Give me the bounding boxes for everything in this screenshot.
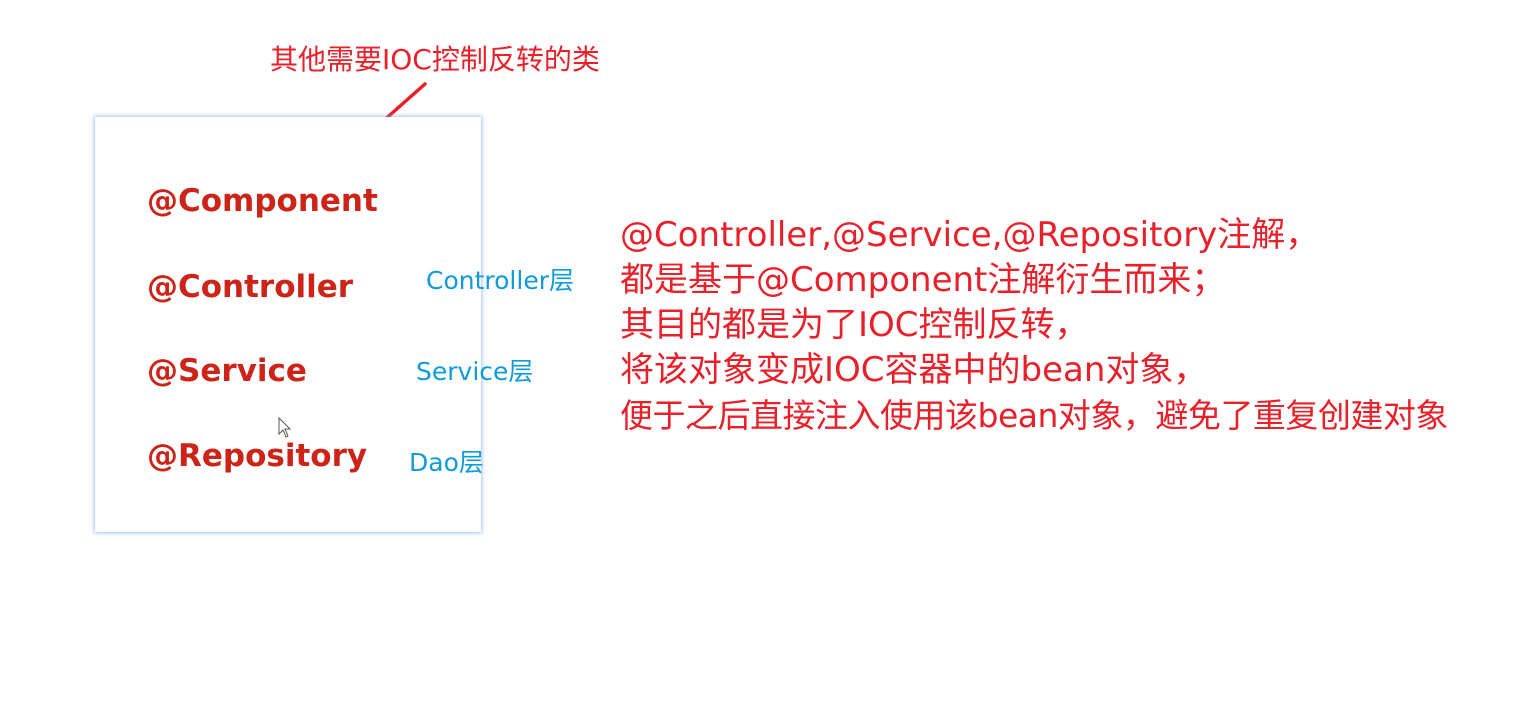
description-line: 将该对象变成IOC容器中的bean对象， <box>620 350 1208 390</box>
description-block: @Controller,@Service,@Repository注解， 都是基于… <box>620 213 1448 438</box>
controller-layer-label: Controller层 <box>426 266 574 295</box>
service-layer-label: Service层 <box>416 357 534 386</box>
description-line: 其目的都是为了IOC控制反转， <box>620 305 1089 345</box>
dao-layer-label: Dao层 <box>409 448 484 477</box>
annotation-controller: @Controller <box>147 269 354 305</box>
top-label: 其他需要IOC控制反转的类 <box>270 43 600 76</box>
annotation-service: @Service <box>147 353 307 389</box>
description-line: @Controller,@Service,@Repository注解， <box>620 215 1320 255</box>
description-line: 都是基于@Component注解衍生而来； <box>620 260 1226 300</box>
annotation-repository: @Repository <box>147 438 368 474</box>
description-line: 便于之后直接注入使用该bean对象，避免了重复创建对象 <box>620 396 1448 435</box>
mouse-pointer-icon <box>278 417 292 438</box>
annotation-component: @Component <box>147 183 378 219</box>
